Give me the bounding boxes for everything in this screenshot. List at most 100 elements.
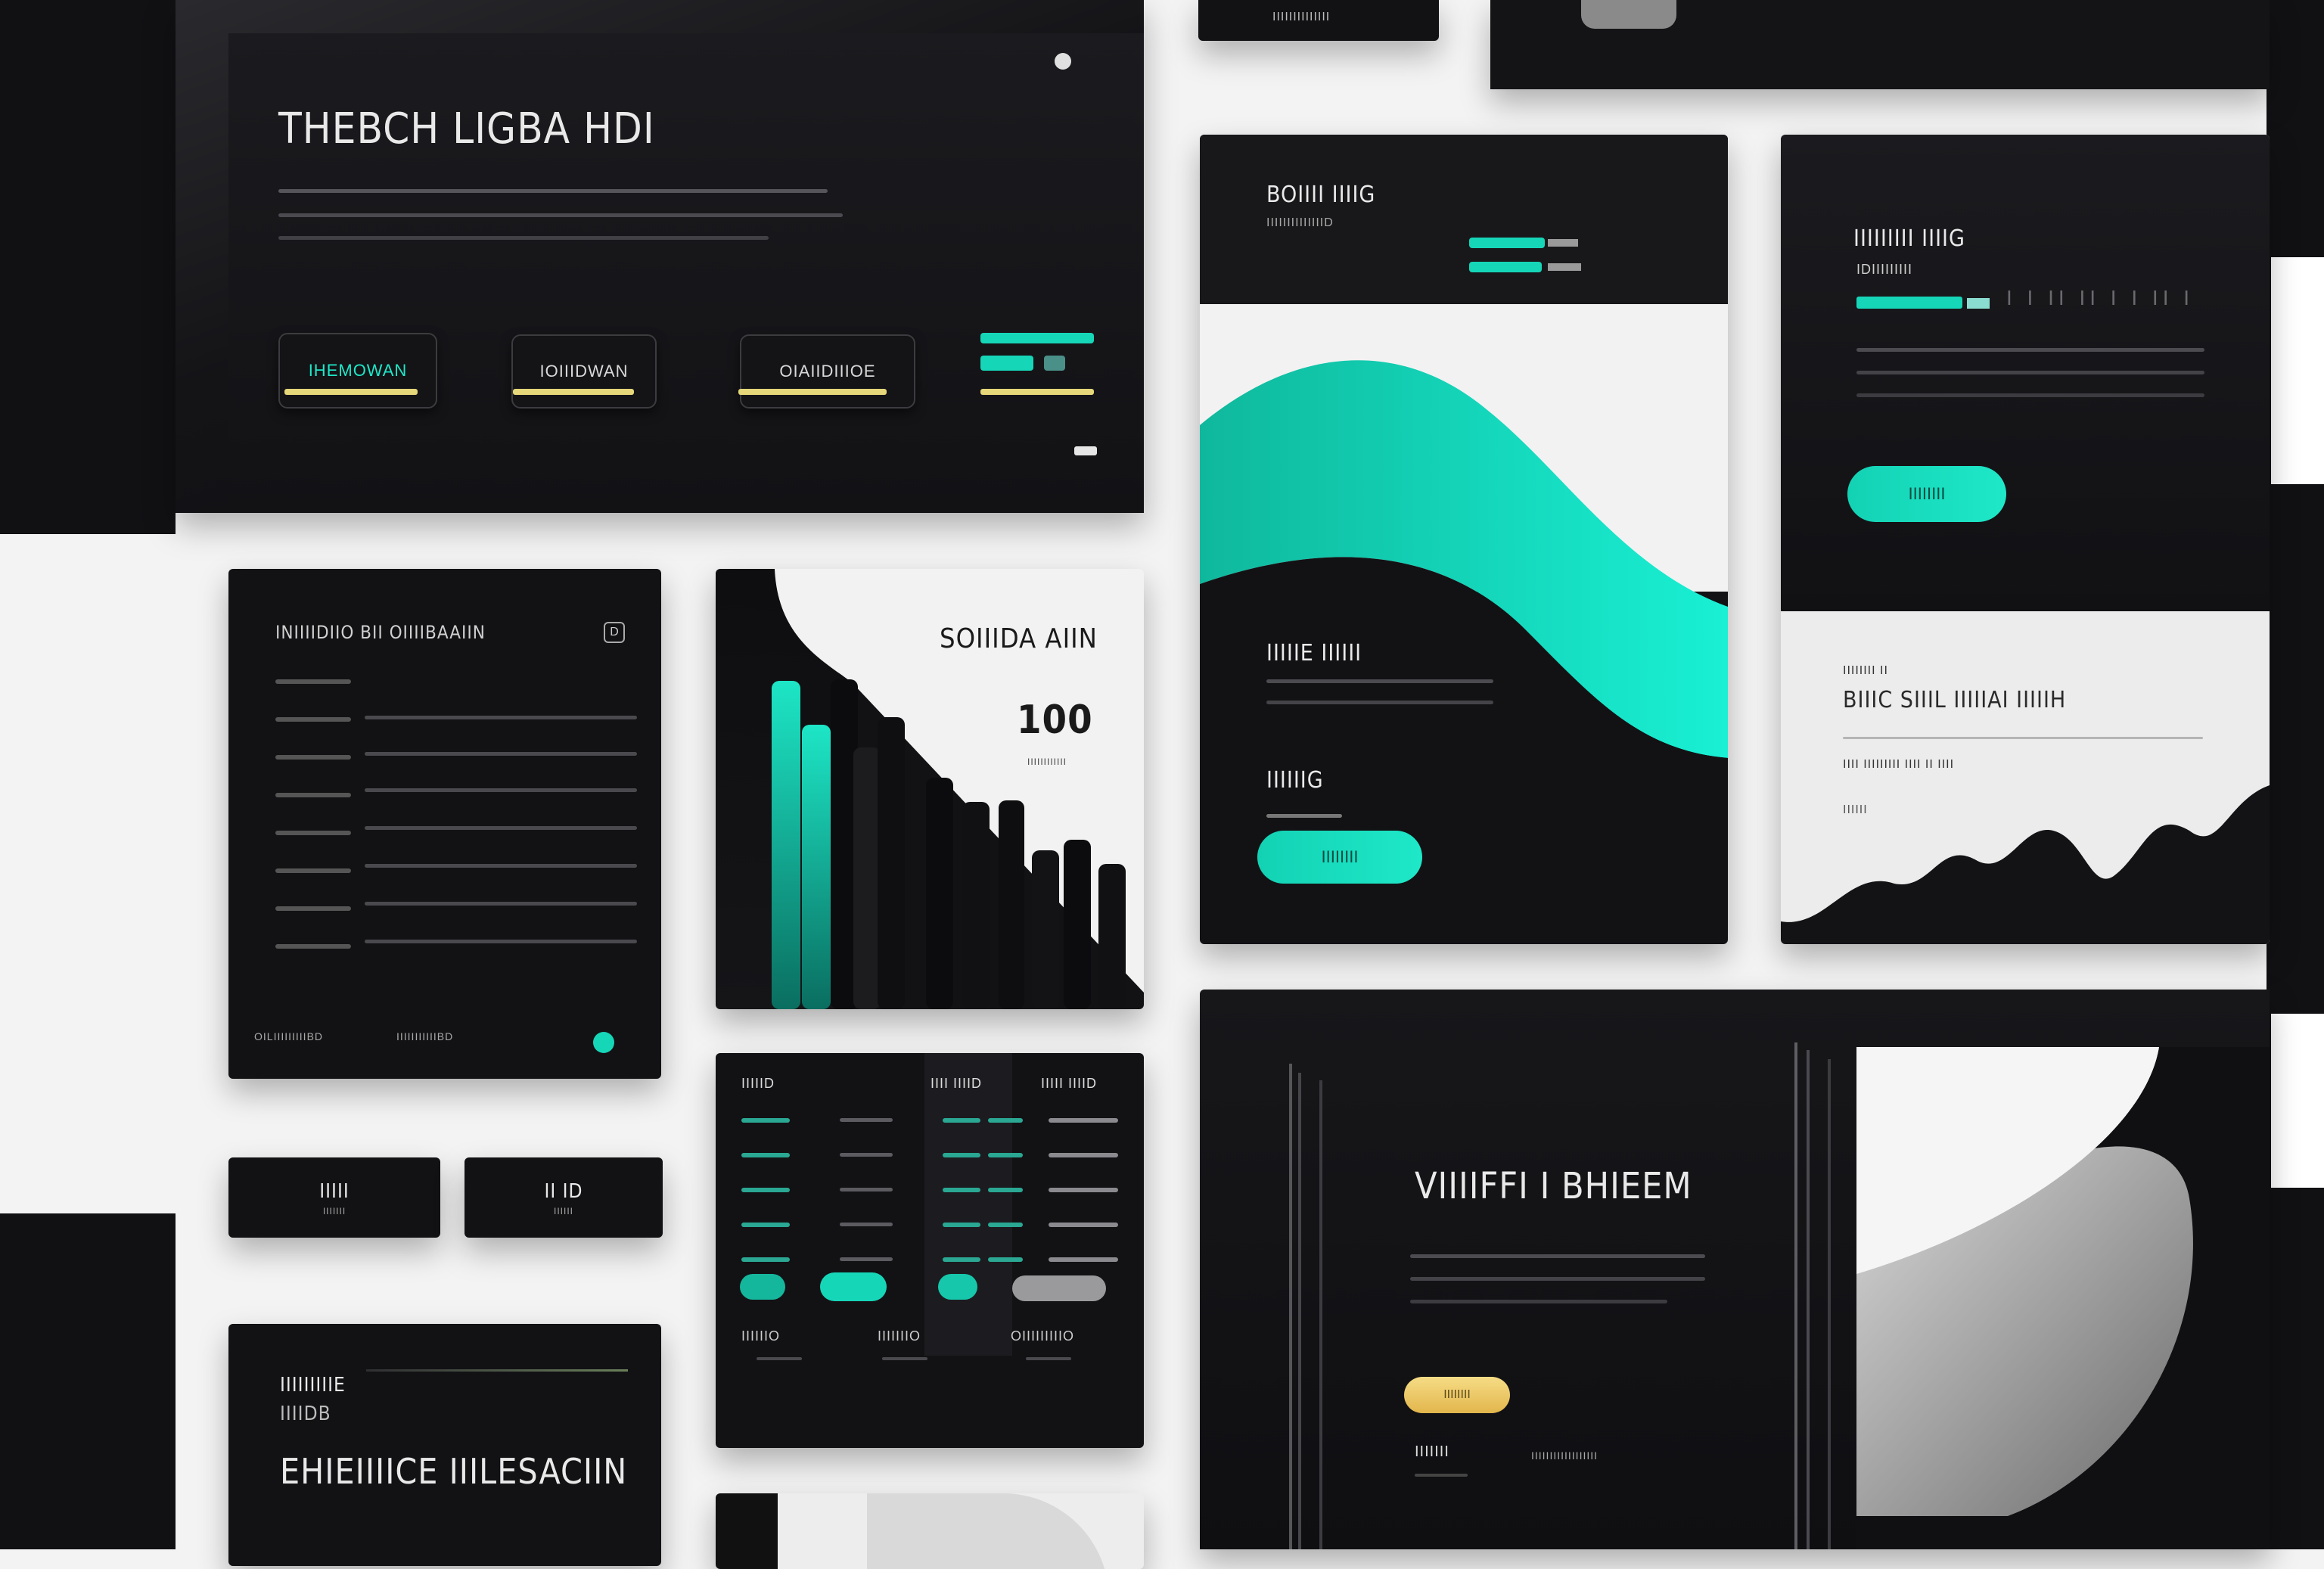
bar-chart-bar-1 — [772, 681, 800, 1009]
hero2-desc-line-1 — [1410, 1254, 1705, 1258]
wave-card-label-line — [1266, 814, 1342, 818]
table-pill-3[interactable] — [938, 1274, 977, 1300]
table-row[interactable] — [738, 1114, 1132, 1148]
hero-menu-dot-icon[interactable] — [1055, 53, 1071, 70]
table-footer-1: IIIIIIO — [741, 1328, 781, 1344]
table-footer-2: IIIIIIIO — [878, 1328, 921, 1344]
stat-tile-1-value: IIIII — [319, 1180, 350, 1203]
table-header-3: IIIII IIIID — [1041, 1076, 1098, 1091]
bottom-middle-card — [716, 1493, 1144, 1569]
hero-button-2-label: IOIIIDWAN — [539, 362, 629, 381]
bottom-middle-dark — [716, 1493, 778, 1569]
list-row[interactable] — [275, 941, 638, 979]
hero2-vline-5 — [1807, 1050, 1810, 1549]
wave-card-header-sub: IIIIIIIIIIIIIID — [1266, 216, 1334, 229]
table-header-1: IIIIID — [741, 1076, 775, 1091]
hero-toggle-bar-3 — [1044, 356, 1065, 371]
wave-card-section-title: IIIIIE IIIIII — [1266, 640, 1362, 666]
bar-chart-bar-10 — [1064, 840, 1091, 1009]
list-row[interactable] — [275, 828, 638, 868]
bar-chart-title: SOIIIDA AIIN — [940, 623, 1098, 654]
hero2-title: VIIIIFFI I BHIEEM — [1415, 1165, 1692, 1207]
bar-chart-card: SOIIIDA AIIN 100 IIIIIIIIIIII — [716, 569, 1144, 1009]
table-rows — [738, 1114, 1132, 1288]
table-pill-2[interactable] — [820, 1272, 887, 1301]
right-card: IIIIIIIII IIIIG IDIIIIIIIII I I II II I … — [1781, 135, 2270, 944]
bg-panel-left-bottom — [0, 1213, 176, 1549]
hero-title: THEBCH LIGBA HDI — [278, 104, 655, 154]
hero2-button-label: IIIIIIII — [1443, 1388, 1471, 1401]
hero2-card: VIIIIFFI I BHIEEM IIIIIIII IIIIIII IIIII… — [1200, 990, 2270, 1549]
wave-card-button-label: IIIIIIII — [1321, 847, 1359, 866]
bottom-left-title: EHIEIIIICE IIILESACIIN — [280, 1451, 628, 1492]
bar-chart-bar-11 — [1098, 864, 1126, 1009]
top-strip-tab[interactable]: IIIIIIIIIIIIII — [1198, 0, 1439, 41]
hero2-curve-graphic — [1856, 1047, 2270, 1549]
hero2-left-label: IIIIIII — [1415, 1443, 1449, 1460]
table-row[interactable] — [738, 1218, 1132, 1253]
bottom-left-card: IIIIIIIIIE IIIIDB EHIEIIIICE IIILESACIIN — [228, 1324, 661, 1566]
hero2-vline-6 — [1828, 1059, 1831, 1549]
table-row[interactable] — [738, 1183, 1132, 1218]
hero-button-1-label: IHEMOWAN — [308, 361, 408, 380]
hero-desc-line-2 — [278, 213, 843, 217]
wave-card-desc-line-2 — [1266, 701, 1493, 704]
list-row[interactable] — [275, 790, 638, 830]
right-card-readout: I I II II I I II I — [2006, 286, 2195, 309]
bar-chart-bar-7 — [962, 802, 990, 1009]
top-strip-label: IIIIIIIIIIIIII — [1272, 11, 1331, 23]
right-card-desc-line-2 — [1856, 371, 2204, 374]
stat-tile-1[interactable]: IIIII IIIIIII — [228, 1157, 440, 1238]
table-pill-1[interactable] — [740, 1274, 785, 1300]
wave-card-header-bar-1b — [1548, 239, 1578, 247]
hero-button-1[interactable]: IHEMOWAN — [278, 333, 437, 409]
hero-desc-line-1 — [278, 189, 828, 193]
list-row[interactable] — [275, 676, 638, 719]
list-card: INIIIIDIIO BII OIIIIBAAIIN D OILIIIIIIII… — [228, 569, 661, 1079]
hero2-desc-line-3 — [1410, 1300, 1667, 1303]
table-card: IIIIID IIII IIIID IIIII IIIID IIIIIIO II… — [716, 1053, 1144, 1448]
table-row[interactable] — [738, 1148, 1132, 1183]
bar-chart-bar-5 — [878, 717, 905, 1009]
list-row[interactable] — [275, 903, 638, 943]
bg-panel-right-gap2 — [2271, 1014, 2324, 1188]
list-row[interactable] — [275, 714, 638, 756]
right-card-heading-line — [1843, 737, 2203, 739]
wave-card-button[interactable]: IIIIIIII — [1257, 831, 1422, 884]
table-pill-4[interactable] — [1012, 1275, 1106, 1301]
list-card-info-icon[interactable]: D — [604, 622, 625, 643]
bar-chart-value: 100 — [1017, 698, 1093, 743]
table-header-2: IIII IIIID — [931, 1076, 983, 1091]
stat-tile-2[interactable]: II ID IIIIII — [464, 1157, 663, 1238]
list-row[interactable] — [275, 752, 638, 792]
list-card-footer-left: OILIIIIIIIIIBD — [254, 1030, 324, 1042]
hero-toggle-bar-2[interactable] — [980, 356, 1033, 371]
top-strip-pill[interactable] — [1581, 0, 1676, 29]
right-card-small: IIIIIIII II — [1843, 664, 1888, 677]
bar-chart-caption: IIIIIIIIIIII — [1027, 757, 1067, 767]
bar-chart-bar-9 — [1032, 850, 1059, 1009]
hero-button-2[interactable]: IOIIIDWAN — [511, 334, 657, 409]
hero-toggle-bar[interactable] — [980, 333, 1094, 343]
wave-card-desc-line-1 — [1266, 679, 1493, 683]
table-footer-sub-2 — [882, 1357, 927, 1360]
right-card-progress-tail — [1967, 298, 1990, 309]
right-card-button[interactable]: IIIIIIII — [1847, 466, 2006, 522]
wave-card-header-bar-2b — [1548, 263, 1581, 271]
bottom-left-divider — [366, 1369, 628, 1372]
wave-card-header-bar-2[interactable] — [1469, 262, 1542, 272]
hero2-button[interactable]: IIIIIIII — [1404, 1377, 1510, 1413]
hero2-vline-2 — [1298, 1073, 1301, 1549]
bottom-left-line-2: IIIIDB — [280, 1403, 331, 1425]
right-card-progress[interactable] — [1856, 297, 1962, 309]
right-card-desc-line-3 — [1856, 393, 2204, 397]
list-row[interactable] — [275, 865, 638, 906]
hero-toggle-underline — [980, 389, 1094, 395]
stat-tile-2-label: IIIIII — [553, 1206, 573, 1216]
stat-tile-2-value: II ID — [544, 1180, 583, 1203]
wave-card-header-bar-1[interactable] — [1469, 238, 1545, 248]
hero-button-3[interactable]: OIAIIDIIIOE — [740, 334, 915, 409]
wave-card-graphic — [1200, 304, 1728, 819]
hero-button-3-underline — [738, 389, 887, 395]
bar-chart-bar-6 — [926, 778, 953, 1009]
